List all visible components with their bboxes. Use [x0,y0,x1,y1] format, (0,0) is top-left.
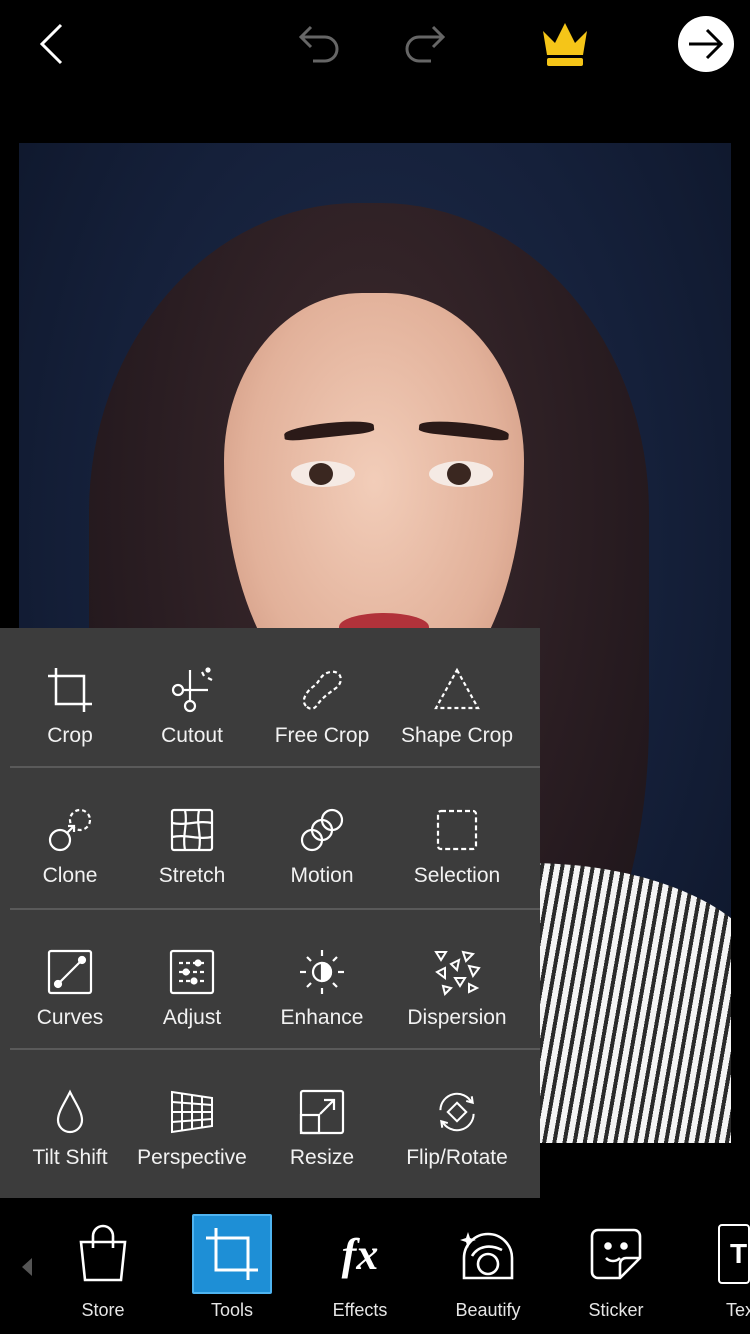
tool-label: Dispersion [407,1006,507,1029]
tool-label: Motion [290,864,354,887]
tool-adjust[interactable]: Adjust [132,910,252,1050]
motion-circles-icon [298,806,346,854]
nav-label: Effects [332,1300,388,1320]
sticker-icon [576,1214,656,1294]
stretch-grid-icon [168,806,216,854]
nav-store[interactable]: Store [48,1214,158,1324]
tool-label: Curves [36,1006,104,1029]
photo-eye-left [291,461,355,487]
undo-icon[interactable] [292,20,348,70]
tools-row-2: Clone Stretch Motion Selection [0,768,540,908]
tools-panel: Crop Cutout Free Crop Shape Crop Clone S… [0,628,540,1198]
tool-stretch[interactable]: Stretch [132,768,252,908]
tool-label: Tilt Shift [32,1146,108,1169]
tool-dispersion[interactable]: Dispersion [388,910,526,1050]
tool-tilt-shift[interactable]: Tilt Shift [10,1050,130,1190]
arrow-right-icon[interactable] [678,16,734,72]
beautify-face-icon [448,1214,528,1294]
enhance-sun-icon [298,948,346,996]
tool-label: Shape Crop [400,724,514,747]
tool-label: Selection [413,864,501,887]
top-toolbar [0,0,750,90]
resize-icon [298,1088,346,1136]
cutout-scissors-icon [168,666,216,714]
tool-selection[interactable]: Selection [388,768,526,908]
tool-label: Clone [42,864,98,887]
bottom-navigation-bar: Store Tools fx Effects Beautify Sticker … [0,1198,750,1334]
nav-effects[interactable]: fx Effects [305,1214,415,1324]
tool-label: Enhance [280,1006,364,1029]
photo-eye-right [429,461,493,487]
redo-icon[interactable] [396,20,452,70]
tool-label: Adjust [162,1006,222,1029]
tool-enhance[interactable]: Enhance [256,910,388,1050]
tool-clone[interactable]: Clone [10,768,130,908]
nav-label: Sticker [588,1300,644,1320]
crown-icon[interactable] [536,14,594,72]
adjust-sliders-icon [168,948,216,996]
tool-motion[interactable]: Motion [256,768,388,908]
nav-label: Store [81,1300,125,1320]
shopping-bag-icon [63,1214,143,1294]
fx-icon: fx [320,1214,400,1294]
nav-tools[interactable]: Tools [177,1214,287,1324]
fx-glyph: fx [341,1229,379,1279]
selection-dashed-square-icon [433,806,481,854]
tool-label: Resize [289,1146,355,1169]
shape-crop-triangle-icon [433,666,481,714]
tool-cutout[interactable]: Cutout [132,628,252,768]
perspective-grid-icon [168,1088,216,1136]
chevron-left-icon[interactable] [26,18,78,70]
curves-icon [46,948,94,996]
tools-row-4: Tilt Shift Perspective Resize Flip/Rotat… [0,1050,540,1190]
nav-label: Tex [726,1300,750,1320]
free-crop-icon [298,666,346,714]
tools-row-3: Curves Adjust Enhance Dispersion [0,910,540,1050]
tool-curves[interactable]: Curves [10,910,130,1050]
text-icon: T [692,1214,750,1294]
tool-label: Crop [47,724,93,747]
tool-label: Flip/Rotate [406,1146,508,1169]
tool-flip-rotate[interactable]: Flip/Rotate [388,1050,526,1190]
tool-shape-crop[interactable]: Shape Crop [388,628,526,768]
tool-label: Free Crop [274,724,370,747]
tool-free-crop[interactable]: Free Crop [256,628,388,768]
text-glyph: T [718,1224,750,1284]
crop-icon [46,666,94,714]
nav-beautify[interactable]: Beautify [433,1214,543,1324]
scroll-left-icon[interactable] [22,1258,32,1276]
tool-perspective[interactable]: Perspective [132,1050,252,1190]
nav-label: Tools [210,1300,254,1320]
tool-label: Stretch [158,864,226,887]
crop-tool-icon [192,1214,272,1294]
tool-resize[interactable]: Resize [256,1050,388,1190]
tool-label: Cutout [161,724,223,747]
tilt-shift-drop-icon [46,1088,94,1136]
nav-sticker[interactable]: Sticker [561,1214,671,1324]
clone-icon [46,806,94,854]
tool-crop[interactable]: Crop [10,628,130,768]
dispersion-triangles-icon [433,948,481,996]
flip-rotate-icon [433,1088,481,1136]
nav-text[interactable]: T Tex [692,1214,750,1324]
nav-label: Beautify [455,1300,521,1320]
tools-row-1: Crop Cutout Free Crop Shape Crop [0,628,540,768]
tool-label: Perspective [137,1146,247,1169]
